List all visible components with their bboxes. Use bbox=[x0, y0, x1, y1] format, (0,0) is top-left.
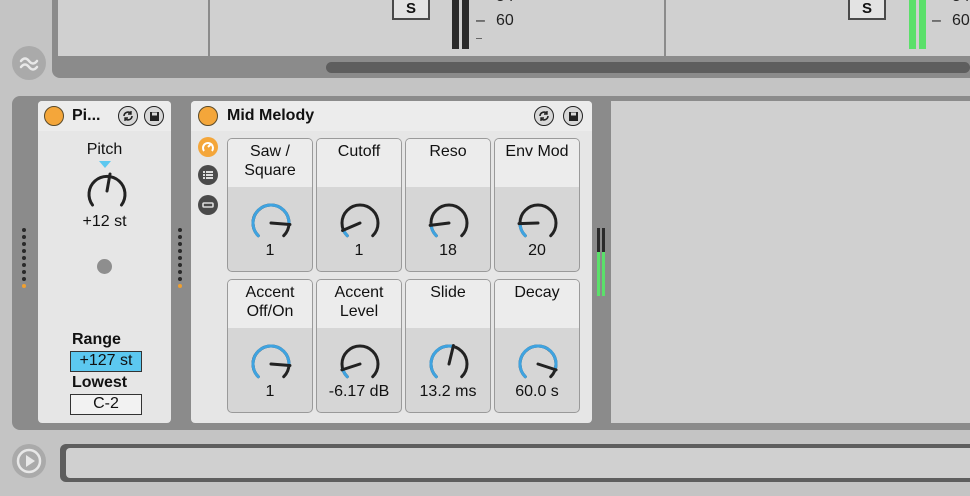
macro-knob-tile[interactable]: Reso 18 bbox=[405, 138, 491, 272]
instrument-rack: Mid Melody Saw / Square 1 Cutoff 1 Reso 18 Env… bbox=[191, 101, 592, 423]
pitch-knob-label: Pitch bbox=[86, 141, 123, 158]
knob-level-arc bbox=[251, 203, 291, 238]
modulation-dot[interactable] bbox=[97, 259, 112, 274]
macro-value: 1 bbox=[354, 242, 364, 259]
meter-tick: 60 bbox=[952, 12, 970, 29]
level-meter bbox=[909, 0, 916, 49]
macro-value: 1 bbox=[265, 242, 275, 259]
macro-value: -6.17 dB bbox=[328, 383, 390, 400]
knob-needle bbox=[269, 362, 292, 367]
macro-label: Saw / Square bbox=[228, 139, 312, 187]
meter-tick: 54 bbox=[952, 0, 970, 6]
lowest-field[interactable]: C-2 bbox=[70, 394, 142, 415]
macro-knob-tile[interactable]: Accent Level -6.17 dB bbox=[316, 279, 402, 413]
device-power-button[interactable] bbox=[44, 106, 64, 126]
macro-value: 1 bbox=[265, 383, 275, 400]
knob-level-arc bbox=[251, 344, 291, 379]
save-icon[interactable] bbox=[563, 106, 583, 126]
knob-needle bbox=[341, 221, 362, 233]
play-icon[interactable] bbox=[12, 444, 46, 478]
macro-value: 60.0 s bbox=[515, 383, 559, 400]
knob-needle bbox=[447, 344, 455, 366]
macro-knob-tile[interactable]: Env Mod 20 bbox=[494, 138, 580, 272]
knob-needle bbox=[269, 221, 292, 226]
device-drag-handle[interactable] bbox=[22, 228, 26, 291]
macro-label: Decay bbox=[495, 280, 579, 328]
level-meter-fill bbox=[597, 252, 600, 296]
macro-knob[interactable] bbox=[425, 340, 473, 384]
knob-level-arc bbox=[518, 344, 558, 379]
range-field[interactable]: +127 st bbox=[70, 351, 142, 372]
hot-swap-icon[interactable] bbox=[118, 106, 138, 126]
macro-knob[interactable] bbox=[336, 199, 384, 243]
meter-tick-mark bbox=[476, 38, 482, 39]
level-meter bbox=[919, 0, 926, 49]
macro-knob[interactable] bbox=[425, 199, 473, 243]
clip-view-panel[interactable] bbox=[66, 448, 970, 478]
pitch-device: Pi... Pitch +12 st Range +127 st Lowest … bbox=[38, 101, 171, 423]
macro-knob[interactable] bbox=[514, 340, 562, 384]
macro-label: Accent Level bbox=[317, 280, 401, 328]
pitch-knob[interactable] bbox=[83, 169, 131, 213]
list-icon[interactable] bbox=[198, 165, 218, 185]
meter-tick: 54 bbox=[496, 0, 514, 6]
knob-level-arc bbox=[429, 223, 438, 238]
meter-tick-mark: – bbox=[476, 12, 485, 29]
knob-needle bbox=[428, 221, 451, 227]
horizontal-scrollbar[interactable] bbox=[326, 62, 970, 73]
range-label: Range bbox=[72, 331, 121, 348]
macro-knob-tile[interactable]: Cutoff 1 bbox=[316, 138, 402, 272]
level-meter bbox=[452, 0, 459, 49]
meter-tick: 60 bbox=[496, 12, 514, 29]
macro-label: Reso bbox=[406, 139, 490, 187]
macro-knob-tile[interactable]: Slide 13.2 ms bbox=[405, 279, 491, 413]
level-meter bbox=[462, 0, 469, 49]
macro-knob[interactable] bbox=[336, 340, 384, 384]
macro-label: Env Mod bbox=[495, 139, 579, 187]
knob-needle bbox=[517, 221, 540, 226]
macro-map-icon[interactable] bbox=[198, 137, 218, 157]
device-drop-area[interactable] bbox=[611, 101, 970, 423]
hot-swap-icon[interactable] bbox=[534, 106, 554, 126]
macro-value: 20 bbox=[528, 242, 546, 259]
wave-icon[interactable] bbox=[12, 46, 46, 80]
macro-label: Cutoff bbox=[317, 139, 401, 187]
knob-needle bbox=[536, 362, 558, 372]
save-icon[interactable] bbox=[144, 106, 164, 126]
macro-knob-tile[interactable]: Accent Off/On 1 bbox=[227, 279, 313, 413]
mixer-track-panel bbox=[210, 0, 666, 56]
macro-knob[interactable] bbox=[514, 199, 562, 243]
solo-button[interactable]: S bbox=[392, 0, 430, 20]
level-meter-fill bbox=[602, 252, 605, 296]
chain-icon[interactable] bbox=[198, 195, 218, 215]
knob-needle bbox=[340, 362, 362, 372]
meter-tick-mark: – bbox=[932, 12, 941, 29]
pitch-knob-value: +12 st bbox=[82, 213, 127, 230]
macro-knob-tile[interactable]: Saw / Square 1 bbox=[227, 138, 313, 272]
macro-label: Slide bbox=[406, 280, 490, 328]
macro-knob[interactable] bbox=[247, 199, 295, 243]
macro-knob-tile[interactable]: Decay 60.0 s bbox=[494, 279, 580, 413]
device-title: Mid Melody bbox=[227, 107, 315, 124]
knob-level-arc bbox=[518, 222, 527, 238]
mixer-track-panel bbox=[58, 0, 210, 56]
macro-value: 13.2 ms bbox=[419, 383, 477, 400]
device-power-button[interactable] bbox=[198, 106, 218, 126]
solo-button[interactable]: S bbox=[848, 0, 886, 20]
pitch-indicator bbox=[99, 161, 111, 168]
lowest-label: Lowest bbox=[72, 374, 128, 391]
macro-knob[interactable] bbox=[247, 340, 295, 384]
device-title: Pi... bbox=[72, 107, 101, 124]
device-drag-handle[interactable] bbox=[178, 228, 182, 291]
macro-label: Accent Off/On bbox=[228, 280, 312, 328]
macro-value: 18 bbox=[439, 242, 457, 259]
